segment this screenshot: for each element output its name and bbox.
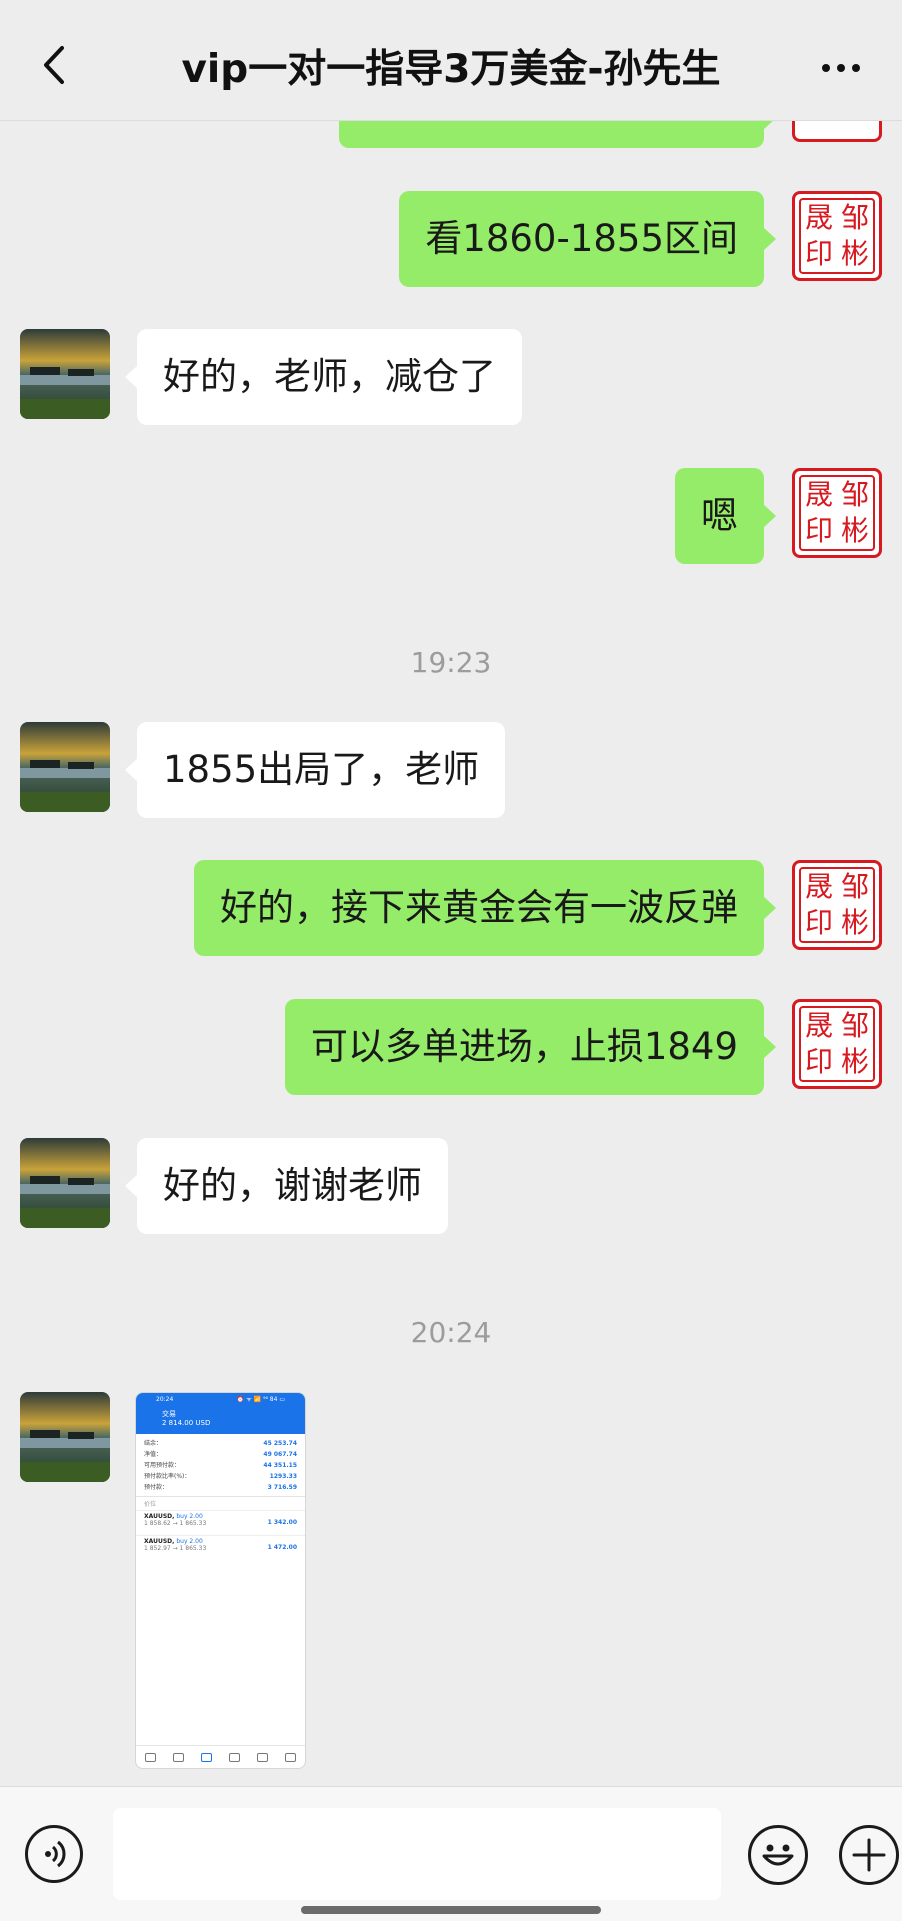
chat-area[interactable]: 看1860-1855区间 晟邹印彬 好的，老师，减仓了 嗯 晟邹印彬 19:23… (0, 0, 902, 1785)
contact-avatar[interactable] (20, 1138, 110, 1228)
message-bubble-me[interactable]: 嗯 (675, 468, 776, 564)
shot-row: 结余： 45 253.74 (144, 1440, 297, 1447)
shot-status-bar: 20:24 ⏰ ᯤ 📶 ⁹⁴ 84 ▭ (136, 1393, 305, 1407)
contact-avatar[interactable] (20, 1392, 110, 1482)
landscape-photo-icon (20, 1392, 110, 1482)
message-bubble-them[interactable]: 好的，谢谢老师 (125, 1138, 448, 1234)
emoji-button[interactable] (748, 1825, 808, 1885)
shot-row: 可用预付款： 44 351.15 (144, 1462, 297, 1469)
seal-stamp-image: 晟邹印彬 (799, 1006, 875, 1082)
seal-stamp-image: 晟邹印彬 (799, 198, 875, 274)
shot-row: 预付款比率(%)： 1293.33 (144, 1473, 297, 1480)
message-input[interactable] (113, 1808, 721, 1900)
smiley-icon (762, 1844, 794, 1866)
timestamp: 19:23 (410, 646, 492, 679)
shot-tab-title: 交易 (162, 1410, 176, 1418)
message-bubble-them[interactable]: 1855出局了，老师 (124, 722, 506, 818)
message-bubble-them[interactable]: 好的，老师，减仓了 (125, 329, 522, 425)
voice-icon (45, 1840, 66, 1868)
shot-row: 净值： 49 067.74 (144, 1451, 297, 1458)
add-button[interactable] (839, 1825, 899, 1885)
header-divider (0, 120, 902, 121)
contact-avatar[interactable] (20, 722, 110, 812)
seal-stamp-image: 晟邹印彬 (799, 867, 875, 943)
shot-position: XAUUSD, buy 2.00 1 858.62 → 1 865.33 1 34… (136, 1510, 305, 1535)
shot-position: XAUUSD, buy 2.00 1 852.97 → 1 865.33 1 47… (136, 1535, 305, 1560)
landscape-photo-icon (20, 329, 110, 419)
seal-avatar[interactable]: 晟邹印彬 (792, 468, 882, 558)
voice-button[interactable] (25, 1825, 83, 1883)
message-bubble-me[interactable]: 可以多单进场，止损1849 (284, 999, 777, 1095)
message-bubble-me[interactable]: 好的，接下来黄金会有一波反弹 (194, 860, 776, 956)
landscape-photo-icon (20, 722, 110, 812)
home-indicator[interactable] (301, 1906, 601, 1914)
shot-tab-bar (136, 1745, 305, 1768)
chat-title: vip一对一指导3万美金-孙先生 (181, 47, 721, 92)
shot-row: 预付款： 3 716.59 (144, 1484, 297, 1491)
seal-avatar[interactable]: 晟邹印彬 (792, 860, 882, 950)
shot-balance-line: 2 814.00 USD (162, 1419, 211, 1427)
seal-stamp-image: 晟邹印彬 (799, 475, 875, 551)
plus-icon (852, 1838, 886, 1872)
shot-header: 交易 2 814.00 USD (136, 1407, 305, 1434)
more-dots-icon (822, 64, 830, 72)
seal-avatar[interactable]: 晟邹印彬 (792, 999, 882, 1089)
shot-section: 价位 (136, 1496, 305, 1510)
contact-avatar[interactable] (20, 329, 110, 419)
image-message-trading-screenshot[interactable]: 20:24 ⏰ ᯤ 📶 ⁹⁴ 84 ▭ 交易 2 814.00 USD 结余： 45… (135, 1392, 306, 1769)
message-bubble-me[interactable]: 看1860-1855区间 (399, 191, 776, 287)
chat-header: vip一对一指导3万美金-孙先生 (0, 0, 902, 120)
timestamp: 20:24 (410, 1316, 492, 1349)
more-button[interactable] (816, 46, 866, 86)
seal-avatar[interactable]: 晟邹印彬 (792, 191, 882, 281)
landscape-photo-icon (20, 1138, 110, 1228)
